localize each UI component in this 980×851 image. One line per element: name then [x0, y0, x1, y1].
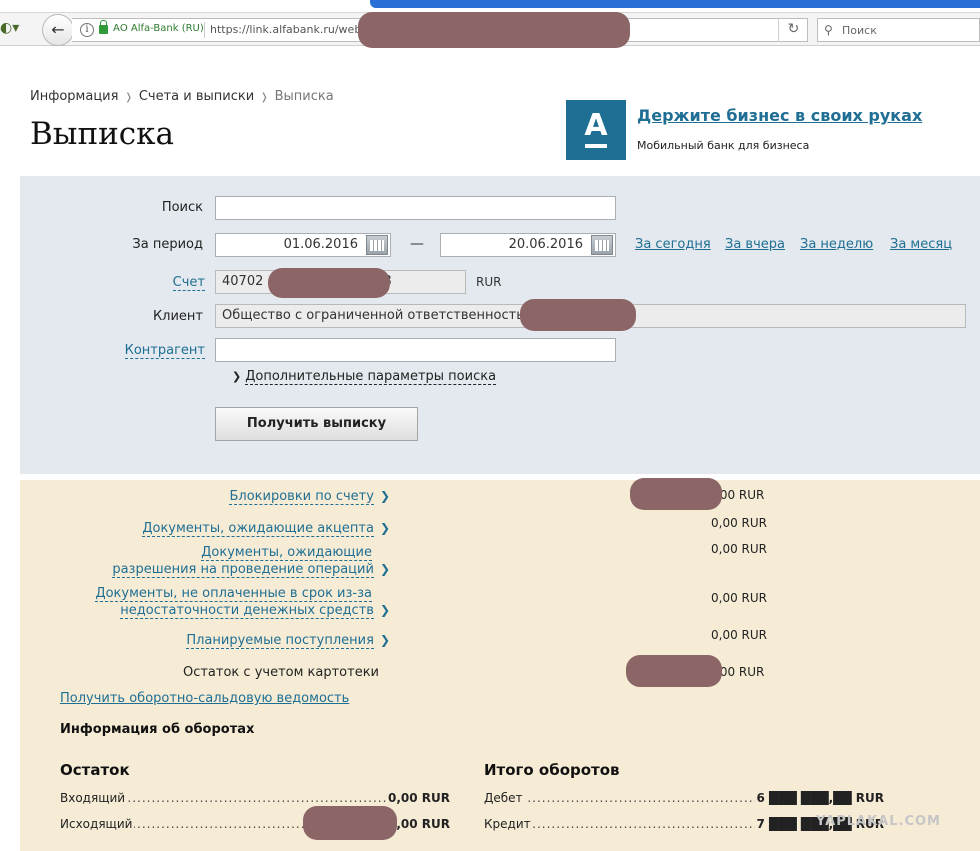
browser-search-input[interactable]: ⚲ Поиск	[817, 18, 980, 42]
unpaid-docs-link[interactable]: Документы, не оплаченные в срок из-за не…	[95, 586, 390, 619]
quick-period-month[interactable]: За месяц	[890, 237, 952, 252]
promo-link[interactable]: Держите бизнес в своих руках	[637, 106, 922, 125]
breadcrumb-item-accounts[interactable]: Счета и выписки	[139, 89, 254, 104]
debit-value: 6 ███ ███,██ RUR	[754, 791, 884, 805]
reload-icon[interactable]: ↻	[778, 18, 808, 42]
permission-docs-value: 0,00 RUR	[711, 542, 767, 556]
redaction-blocks	[630, 478, 722, 510]
search-icon: ⚲	[824, 23, 833, 37]
calendar-icon[interactable]	[591, 235, 613, 255]
outgoing-balance-label: Исходящий	[60, 817, 135, 831]
client-label: Клиент	[152, 309, 203, 324]
lock-icon	[99, 20, 108, 34]
chevron-right-icon: ❯	[379, 603, 390, 617]
unpaid-docs-label-line2: недостаточности денежных средств	[120, 603, 374, 619]
turnover-balance-sheet-link[interactable]: Получить оборотно-сальдовую ведомость	[60, 691, 349, 706]
account-label[interactable]: Счет	[172, 275, 205, 291]
breadcrumb-chevron-icon: ❭	[260, 92, 269, 103]
quick-period-week[interactable]: За неделю	[800, 237, 873, 252]
card-index-balance-value: ,00 RUR	[716, 665, 765, 679]
quick-period-yesterday[interactable]: За вчера	[725, 237, 785, 252]
url-separator	[204, 22, 205, 38]
page-title: Выписка	[30, 116, 174, 152]
planned-income-label: Планируемые поступления	[186, 633, 374, 649]
advanced-search-label: Дополнительные параметры поиска	[245, 369, 497, 385]
acceptance-docs-value: 0,00 RUR	[711, 516, 767, 530]
card-index-balance-label: Остаток с учетом картотеки	[182, 665, 379, 680]
chevron-right-icon: ❯	[379, 521, 390, 535]
redaction-card-index	[626, 655, 722, 687]
active-tab-strip	[370, 0, 980, 8]
get-statement-button[interactable]: Получить выписку	[215, 407, 418, 441]
calendar-icon[interactable]	[366, 235, 388, 255]
back-button[interactable]: ←	[42, 14, 74, 46]
outgoing-balance-value: ,00 RUR	[394, 817, 450, 831]
totals-column-title: Итого оборотов	[484, 761, 620, 779]
period-label: За период	[132, 237, 203, 252]
breadcrumb-item-info[interactable]: Информация	[30, 89, 118, 104]
acceptance-docs-link[interactable]: Документы, ожидающие акцепта ❯	[142, 520, 390, 537]
url-text[interactable]: https://link.alfabank.ru/webcli	[210, 23, 373, 36]
chevron-right-icon: ❯	[379, 633, 390, 647]
acceptance-docs-label: Документы, ожидающие акцепта	[142, 521, 374, 537]
site-identity[interactable]: АО Alfa-Bank (RU)	[113, 23, 204, 34]
balance-column-title: Остаток	[60, 761, 130, 779]
browser-search-placeholder: Поиск	[842, 24, 877, 37]
chevron-right-icon: ❯	[379, 562, 390, 576]
search-label: Поиск	[161, 200, 203, 215]
advanced-search-toggle[interactable]: ❯ Дополнительные параметры поиска	[232, 369, 497, 385]
redaction-client	[520, 299, 636, 331]
planned-income-link[interactable]: Планируемые поступления ❯	[186, 632, 390, 649]
account-currency: RUR	[476, 275, 502, 289]
browser-menu-icon[interactable]: ◐▾	[0, 20, 24, 38]
date-from-input[interactable]: 01.06.2016	[215, 233, 391, 257]
blocks-value: ,00 RUR	[716, 488, 765, 502]
permission-docs-link[interactable]: Документы, ожидающие разрешения на прове…	[112, 545, 390, 578]
debit-row: ........................................…	[484, 791, 884, 807]
turnover-section-title: Информация об оборотах	[60, 722, 255, 737]
breadcrumb-chevron-icon: ❭	[124, 92, 133, 103]
chevron-right-icon: ❯	[232, 370, 242, 383]
incoming-balance-label: Входящий	[60, 791, 128, 805]
breadcrumb-item-current: Выписка	[274, 89, 334, 104]
account-value: 40702	[222, 274, 264, 289]
account-label-link[interactable]: Счет	[172, 275, 205, 291]
redaction-account	[268, 268, 390, 298]
permission-docs-label-line1: Документы, ожидающие	[201, 545, 372, 561]
breadcrumb: Информация ❭ Счета и выписки ❭ Выписка	[30, 89, 334, 104]
search-input[interactable]	[215, 196, 616, 220]
unpaid-docs-label-line1: Документы, не оплаченные в срок из-за	[95, 586, 372, 602]
planned-income-value: 0,00 RUR	[711, 628, 767, 642]
watermark: YAPLAKAL.COM	[816, 814, 941, 829]
chevron-right-icon: ❯	[379, 489, 390, 503]
period-dash: —	[410, 236, 424, 252]
incoming-balance-row: ........................................…	[60, 791, 450, 807]
redaction-url	[358, 12, 630, 48]
arrow-left-icon: ←	[51, 20, 65, 39]
permission-docs-label-line2: разрешения на проведение операций	[112, 562, 374, 578]
credit-label: Кредит	[484, 817, 533, 831]
incoming-balance-value: 0,00 RUR	[385, 791, 450, 805]
counterparty-label-link[interactable]: Контрагент	[124, 343, 205, 359]
promo-subtitle: Мобильный банк для бизнеса	[637, 139, 810, 152]
blocks-link[interactable]: Блокировки по счету ❯	[229, 488, 390, 505]
unpaid-docs-value: 0,00 RUR	[711, 591, 767, 605]
info-icon[interactable]: i	[80, 23, 94, 37]
date-to-input[interactable]: 20.06.2016	[440, 233, 616, 257]
counterparty-label[interactable]: Контрагент	[124, 343, 205, 359]
counterparty-input[interactable]	[215, 338, 616, 362]
debit-label: Дебет	[484, 791, 525, 805]
redaction-outgoing	[303, 806, 397, 840]
quick-period-today[interactable]: За сегодня	[635, 237, 711, 252]
blocks-link-label: Блокировки по счету	[229, 489, 374, 505]
alfa-logo-icon[interactable]: А	[566, 100, 626, 160]
